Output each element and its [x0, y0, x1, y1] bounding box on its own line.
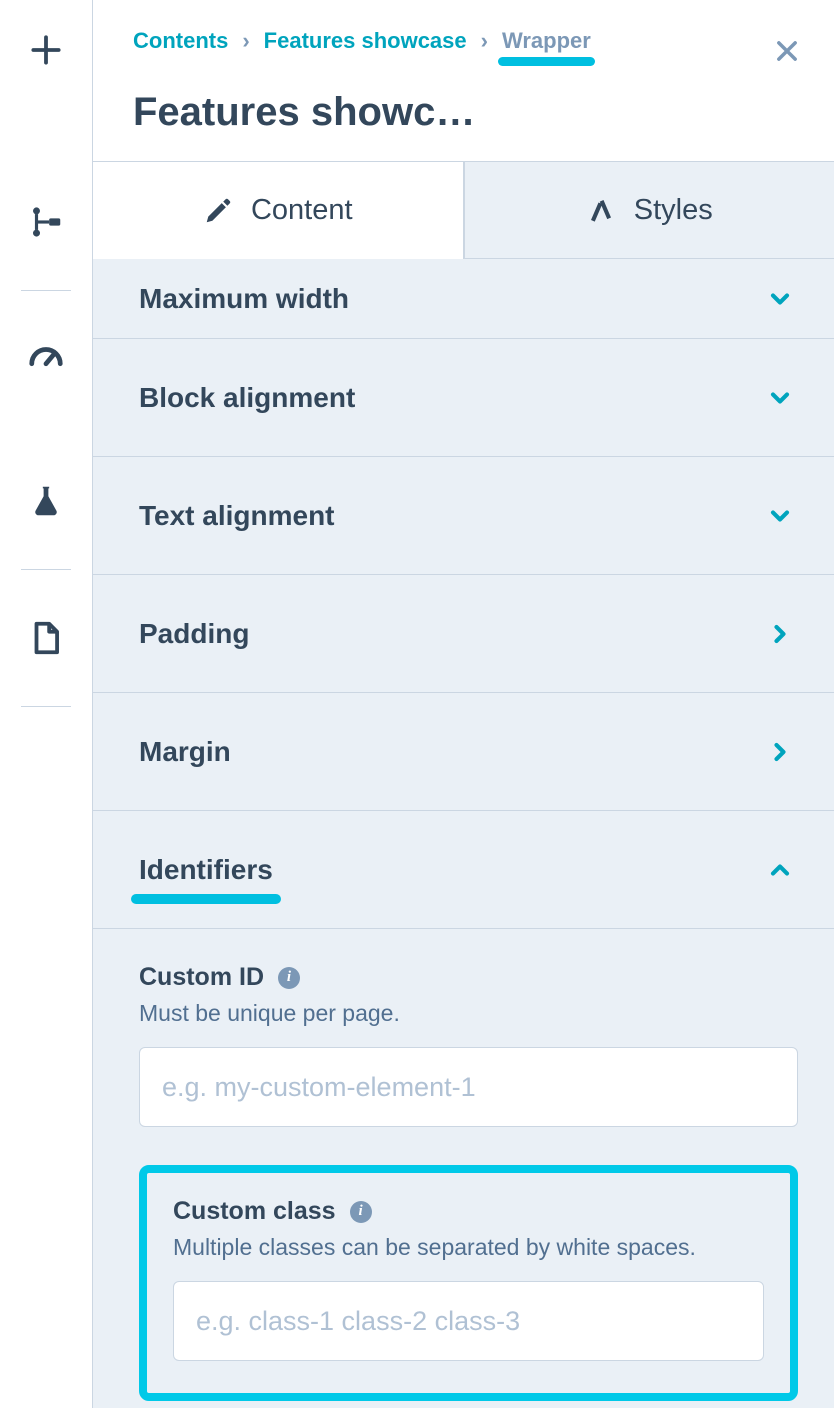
- custom-id-group: Custom ID i Must be unique per page.: [139, 957, 798, 1133]
- custom-class-input[interactable]: [173, 1281, 764, 1361]
- tree-icon: [27, 203, 65, 241]
- tool-sidebar: [0, 0, 92, 1408]
- tab-styles[interactable]: Styles: [464, 162, 834, 259]
- breadcrumb-separator-icon: ›: [481, 28, 488, 54]
- accordion-block-alignment[interactable]: Block alignment: [93, 339, 834, 457]
- accordion-label: Identifiers: [139, 854, 273, 886]
- file-icon: [27, 619, 65, 657]
- accordion-label: Padding: [139, 618, 249, 650]
- brush-icon: [586, 195, 616, 225]
- file-button[interactable]: [6, 602, 86, 674]
- sidebar-divider: [21, 290, 71, 291]
- accordion-margin[interactable]: Margin: [93, 693, 834, 811]
- sidebar-divider: [21, 706, 71, 707]
- tab-content[interactable]: Content: [93, 162, 464, 259]
- custom-class-help: Multiple classes can be separated by whi…: [173, 1234, 764, 1261]
- chevron-right-icon: [766, 738, 794, 766]
- tab-styles-label: Styles: [634, 194, 713, 227]
- close-icon: [773, 37, 801, 65]
- performance-button[interactable]: [6, 323, 86, 395]
- pencil-icon: [203, 196, 233, 226]
- accordion-label: Maximum width: [139, 283, 349, 315]
- custom-id-label: Custom ID: [139, 963, 264, 992]
- breadcrumb-features[interactable]: Features showcase: [264, 28, 467, 54]
- breadcrumb-contents[interactable]: Contents: [133, 28, 228, 54]
- sidebar-divider: [21, 569, 71, 570]
- chevron-down-icon: [766, 502, 794, 530]
- add-button[interactable]: [6, 14, 86, 86]
- accordion-text-alignment[interactable]: Text alignment: [93, 457, 834, 575]
- accordion-label: Text alignment: [139, 500, 335, 532]
- breadcrumb: Contents › Features showcase › Wrapper: [133, 28, 798, 54]
- panel-header: Contents › Features showcase › Wrapper F…: [93, 0, 834, 161]
- info-icon[interactable]: i: [350, 1201, 372, 1223]
- accordion-label: Block alignment: [139, 382, 355, 414]
- custom-id-input[interactable]: [139, 1047, 798, 1127]
- accordion-padding[interactable]: Padding: [93, 575, 834, 693]
- breadcrumb-separator-icon: ›: [242, 28, 249, 54]
- close-button[interactable]: [770, 34, 804, 68]
- custom-class-label: Custom class: [173, 1197, 336, 1226]
- tree-button[interactable]: [6, 186, 86, 258]
- breadcrumb-current: Wrapper: [502, 28, 591, 54]
- chevron-down-icon: [766, 384, 794, 412]
- custom-id-help: Must be unique per page.: [139, 1000, 798, 1027]
- identifiers-panel: Custom ID i Must be unique per page. Cus…: [93, 929, 834, 1408]
- accordion-identifiers[interactable]: Identifiers: [93, 811, 834, 929]
- tab-content-label: Content: [251, 194, 353, 227]
- info-icon[interactable]: i: [278, 967, 300, 989]
- styles-content: Maximum width Block alignment Text align…: [93, 259, 834, 1408]
- accordion-max-width[interactable]: Maximum width: [93, 259, 834, 339]
- settings-panel: Contents › Features showcase › Wrapper F…: [92, 0, 834, 1408]
- page-title: Features showc…: [133, 90, 693, 135]
- experiment-button[interactable]: [6, 465, 86, 537]
- flask-icon: [27, 482, 65, 520]
- gauge-icon: [27, 340, 65, 378]
- tab-bar: Content Styles: [93, 161, 834, 259]
- accordion-label: Margin: [139, 736, 231, 768]
- chevron-up-icon: [766, 856, 794, 884]
- chevron-right-icon: [766, 620, 794, 648]
- plus-icon: [27, 31, 65, 69]
- chevron-down-icon: [766, 285, 794, 313]
- custom-class-highlight: Custom class i Multiple classes can be s…: [139, 1165, 798, 1401]
